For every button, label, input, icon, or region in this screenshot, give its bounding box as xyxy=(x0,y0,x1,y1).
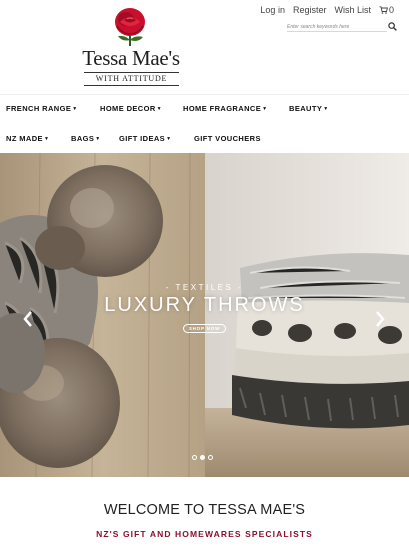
slider-dot-active[interactable] xyxy=(200,455,205,460)
caret-down-icon: ▼ xyxy=(166,136,172,142)
brand-name: Tessa Mae's xyxy=(82,46,180,70)
caret-down-icon: ▼ xyxy=(43,136,50,142)
account-links: Log in Register Wish List 0 xyxy=(252,5,394,15)
nav-label: BEAUTY xyxy=(289,104,323,113)
nav-home-fragrance[interactable]: HOME FRAGRANCE▼ xyxy=(183,102,267,116)
hero-slider: - TEXTILES - LUXURY THROWS SHOP NOW xyxy=(0,153,409,477)
welcome-subheading: NZ'S GIFT AND HOMEWARES SPECIALISTS xyxy=(96,529,313,539)
slider-dots xyxy=(192,455,216,460)
brand-tagline: WITH ATTITUDE xyxy=(84,72,179,86)
caret-down-icon: ▼ xyxy=(262,106,268,112)
search-bar xyxy=(287,21,397,33)
hero-kicker: - TEXTILES - xyxy=(165,283,244,292)
caret-down-icon: ▼ xyxy=(95,136,101,142)
wishlist-link[interactable]: Wish List xyxy=(334,5,371,15)
nav-nz-made[interactable]: NZ MADE▼ xyxy=(6,132,49,146)
welcome-heading: WELCOME TO TESSA MAE'S xyxy=(103,502,306,518)
nav-beauty[interactable]: BEAUTY▼ xyxy=(289,102,329,116)
hero-caption: - TEXTILES - LUXURY THROWS SHOP NOW xyxy=(0,283,409,335)
nav-home-decor[interactable]: HOME DECOR▼ xyxy=(100,102,162,116)
nav-label: HOME FRAGRANCE xyxy=(183,104,262,113)
nav-label: GIFT IDEAS xyxy=(119,134,166,143)
slider-dot[interactable] xyxy=(192,455,197,460)
nav-label: NZ MADE xyxy=(6,134,43,143)
cart-link[interactable]: 0 xyxy=(379,5,394,15)
login-link[interactable]: Log in xyxy=(260,5,285,15)
header-divider xyxy=(0,94,409,95)
main-nav-row-1: FRENCH RANGE▼ HOME DECOR▼ HOME FRAGRANCE… xyxy=(0,102,409,116)
nav-french-range[interactable]: FRENCH RANGE▼ xyxy=(6,102,78,116)
shop-now-button[interactable]: SHOP NOW xyxy=(182,324,227,333)
register-link[interactable]: Register xyxy=(293,5,327,15)
search-icon[interactable] xyxy=(388,22,397,31)
nav-label: BAGS xyxy=(71,134,95,143)
slider-dot[interactable] xyxy=(208,455,213,460)
caret-down-icon: ▼ xyxy=(323,106,329,112)
caret-down-icon: ▼ xyxy=(72,106,78,112)
nav-gift-vouchers[interactable]: GIFT VOUCHERS xyxy=(194,132,261,146)
main-nav-row-2: NZ MADE▼ BAGS▼ GIFT IDEAS▼ GIFT VOUCHERS xyxy=(0,132,409,146)
caret-down-icon: ▼ xyxy=(156,106,163,112)
cart-count: 0 xyxy=(388,5,394,15)
nav-label: FRENCH RANGE xyxy=(6,104,72,113)
hero-title: LUXURY THROWS xyxy=(104,294,305,316)
nav-gift-ideas[interactable]: GIFT IDEAS▼ xyxy=(119,132,171,146)
rose-logo-icon xyxy=(115,8,145,46)
nav-label: GIFT VOUCHERS xyxy=(194,134,261,143)
search-input[interactable] xyxy=(287,22,387,32)
nav-bags[interactable]: BAGS▼ xyxy=(71,132,101,146)
nav-label: HOME DECOR xyxy=(100,104,156,113)
site-logo[interactable]: Tessa Mae's WITH ATTITUDE xyxy=(70,6,192,86)
cart-icon xyxy=(379,6,388,14)
